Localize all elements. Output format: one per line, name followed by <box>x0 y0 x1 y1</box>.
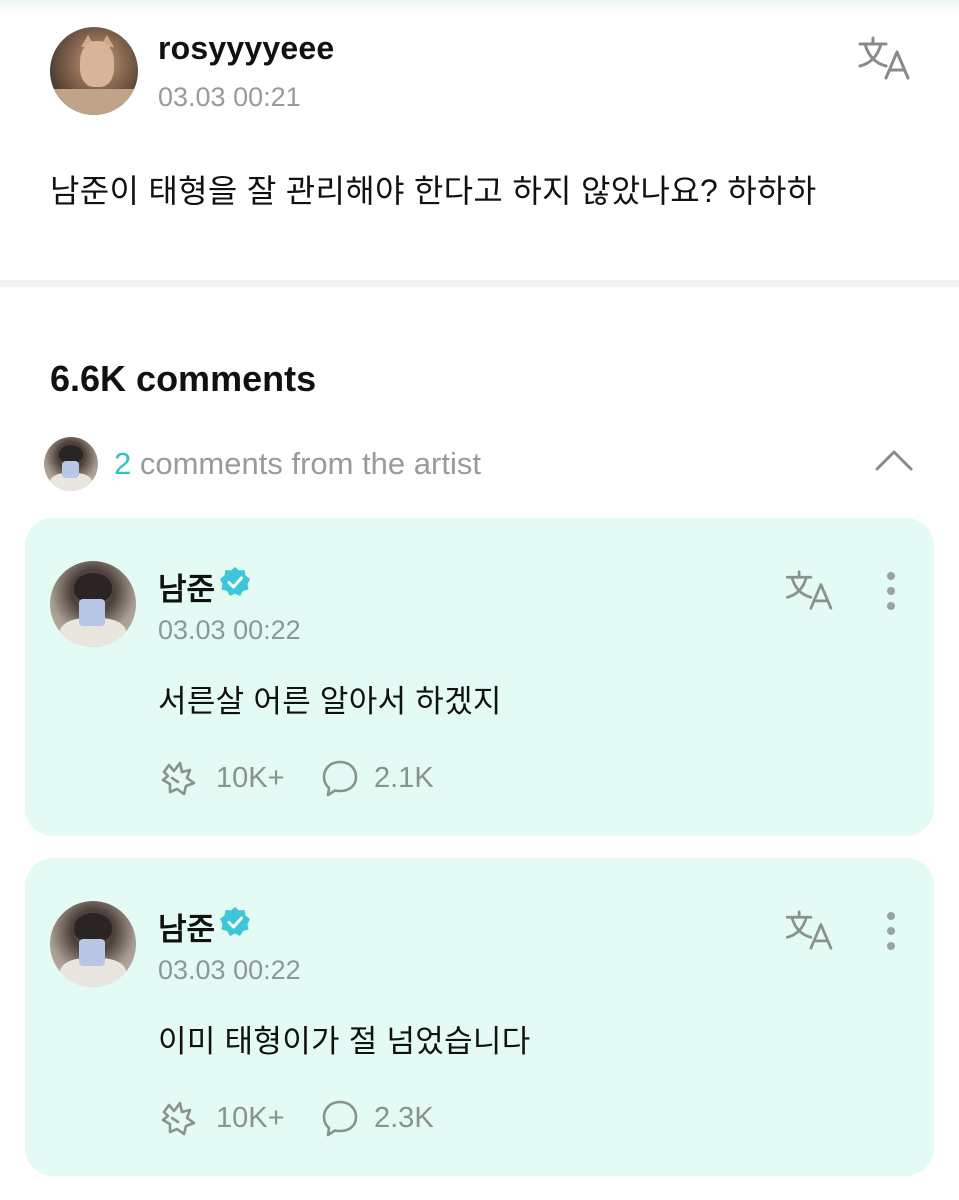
artist-comment-card: 남준 03.03 00:22 서른살 어른 알아서 하겠지 10K+ 2.1K <box>25 518 934 836</box>
top-fade <box>0 0 959 14</box>
more-options-icon[interactable] <box>881 912 901 954</box>
comment-text: 서른살 어른 알아서 하겠지 <box>158 684 502 719</box>
artist-comments-count: 2 <box>114 446 132 481</box>
post-timestamp: 03.03 00:21 <box>158 82 301 112</box>
post-author-name[interactable]: rosyyyyeee <box>158 30 334 67</box>
like-count: 10K+ <box>216 1102 285 1134</box>
verified-badge-icon <box>219 566 251 598</box>
verified-badge-icon <box>219 906 251 938</box>
comment-timestamp: 03.03 00:22 <box>158 955 301 985</box>
reply-count: 2.3K <box>374 1102 434 1134</box>
translate-icon[interactable] <box>858 36 912 80</box>
artist-comment-card: 남준 03.03 00:22 이미 태형이가 절 넘었습니다 10K+ 2.3K <box>25 858 934 1176</box>
post-body-text: 남준이 태형을 잘 관리해야 한다고 하지 않았나요? 하하하 <box>50 173 817 209</box>
section-divider <box>0 280 959 287</box>
reply-icon[interactable] <box>320 1098 360 1138</box>
post-author-avatar[interactable] <box>50 27 138 115</box>
post-comments-screen: rosyyyyeee 03.03 00:21 남준이 태형을 잘 관리해야 한다… <box>0 0 959 1200</box>
comment-text: 이미 태형이가 절 넘었습니다 <box>158 1024 531 1059</box>
more-options-icon[interactable] <box>881 572 901 614</box>
comments-count-heading: 6.6K comments <box>50 358 317 399</box>
cheer-icon[interactable] <box>158 758 198 798</box>
reply-count: 2.1K <box>374 762 434 794</box>
comment-author-avatar[interactable] <box>50 901 136 987</box>
comment-author-name[interactable]: 남준 <box>158 904 215 949</box>
artist-comments-toggle-label[interactable]: 2 comments from the artist <box>114 446 481 482</box>
comment-author-name[interactable]: 남준 <box>158 564 215 609</box>
artist-comments-label: comments from the artist <box>131 446 481 481</box>
artist-avatar <box>44 437 98 491</box>
comment-author-avatar[interactable] <box>50 561 136 647</box>
reply-icon[interactable] <box>320 758 360 798</box>
cheer-icon[interactable] <box>158 1098 198 1138</box>
comment-timestamp: 03.03 00:22 <box>158 615 301 645</box>
translate-icon[interactable] <box>785 910 835 950</box>
chevron-up-icon[interactable] <box>874 448 914 472</box>
like-count: 10K+ <box>216 762 285 794</box>
translate-icon[interactable] <box>785 570 835 610</box>
